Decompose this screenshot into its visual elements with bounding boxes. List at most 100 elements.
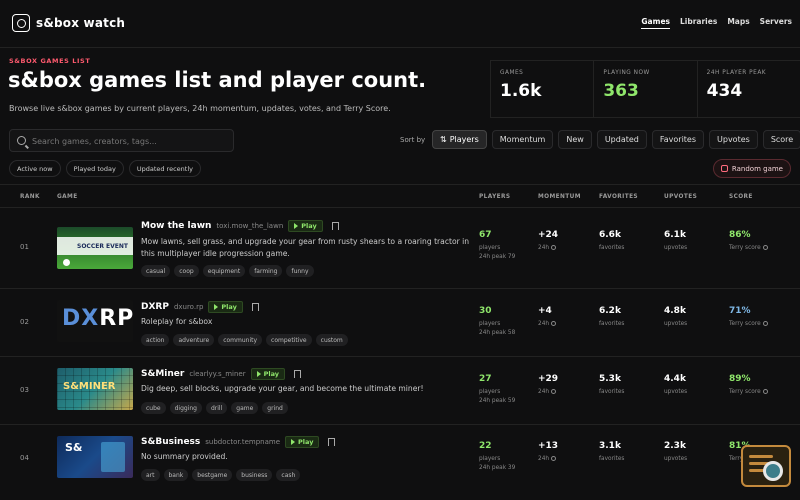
momentum-label-text: 24h [538, 389, 550, 395]
column-momentum[interactable]: MOMENTUM [538, 194, 581, 200]
bookmark-icon[interactable] [328, 438, 336, 446]
tag[interactable]: bestgame [192, 469, 233, 481]
filter-played-today[interactable]: Played today [65, 160, 124, 177]
brand-logo[interactable]: s&box watch [12, 14, 125, 32]
random-game-button[interactable]: Random game [712, 159, 791, 178]
tag[interactable]: coop [174, 265, 199, 277]
stat-games: GAMES 1.6k [490, 61, 593, 117]
sort-score-button[interactable]: Score [762, 130, 800, 149]
sort-updated-button[interactable]: Updated [596, 130, 647, 149]
game-slug: clearlyy.s_miner [189, 370, 246, 378]
game-name[interactable]: S&Miner [141, 369, 184, 379]
players-label: players [479, 456, 501, 462]
upvotes-label: upvotes [664, 456, 688, 462]
nav-link-servers[interactable]: Servers [760, 17, 792, 29]
tag[interactable]: community [218, 334, 263, 346]
nav-link-libraries[interactable]: Libraries [680, 17, 717, 29]
sort-favorites-button[interactable]: Favorites [651, 130, 705, 149]
favorites-label: favorites [599, 456, 625, 462]
game-thumbnail[interactable]: S& [57, 436, 133, 478]
tag[interactable]: cube [141, 402, 166, 414]
score-label-text: Terry score [729, 321, 761, 327]
tag[interactable]: grind [262, 402, 288, 414]
column-favorites[interactable]: FAVORITES [599, 194, 638, 200]
game-name[interactable]: DXRP [141, 302, 169, 312]
nav-link-games[interactable]: Games [641, 17, 670, 29]
momentum-label-text: 24h [538, 321, 550, 327]
upvotes-value: 6.1k [664, 230, 686, 240]
game-name[interactable]: Mow the lawn [141, 221, 211, 231]
game-title-line: DXRP dxuro.rp Play [141, 301, 259, 313]
tag[interactable]: casual [141, 265, 171, 277]
game-tags: casual coop equipment farming funny [141, 265, 314, 277]
sort-new-button[interactable]: New [558, 130, 592, 149]
score-value: 71% [729, 306, 751, 316]
page-title: s&box games list and player count. [8, 68, 427, 92]
game-thumbnail[interactable]: SOCCER EVENT [57, 227, 133, 269]
tag[interactable]: cash [276, 469, 301, 481]
tag[interactable]: business [236, 469, 273, 481]
play-button[interactable]: Play [288, 220, 323, 232]
search-box [9, 129, 234, 152]
section-eyebrow: S&BOX GAMES LIST [9, 57, 91, 65]
sort-label: Sort by [400, 136, 426, 144]
sort-players-button[interactable]: ⇅ Players [432, 130, 487, 149]
momentum-value: +4 [538, 306, 552, 316]
stats-panel: GAMES 1.6k PLAYING NOW 363 24H PLAYER PE… [490, 60, 800, 118]
stat-label: GAMES [500, 70, 524, 76]
table-row[interactable]: 02 DXRP DXRP dxuro.rp Play Roleplay for … [0, 289, 800, 357]
table-row[interactable]: 01 SOCCER EVENT Mow the lawn toxi.mow_th… [0, 208, 800, 289]
column-upvotes[interactable]: UPVOTES [664, 194, 697, 200]
game-name[interactable]: S&Business [141, 437, 200, 447]
play-button[interactable]: Play [208, 301, 243, 313]
tag[interactable]: adventure [173, 334, 215, 346]
tag[interactable]: equipment [202, 265, 246, 277]
table-row[interactable]: S&MINER 03 S&Miner clearlyy.s_miner Play… [0, 357, 800, 425]
game-slug: subdoctor.tempname [205, 438, 281, 446]
tag[interactable]: custom [315, 334, 348, 346]
players-label: players [479, 389, 501, 395]
info-icon [762, 321, 768, 326]
sort-upvotes-button[interactable]: Upvotes [709, 130, 758, 149]
play-button[interactable]: Play [285, 436, 320, 448]
score-label-text: Terry score [729, 245, 761, 251]
search-input[interactable] [32, 134, 227, 148]
thumbnail-text: S&MINER [63, 381, 116, 392]
tag[interactable]: art [141, 469, 160, 481]
table-row[interactable]: S& 04 S&Business subdoctor.tempname Play… [0, 425, 800, 500]
bookmark-icon[interactable] [331, 222, 339, 230]
tag[interactable]: game [231, 402, 259, 414]
players-count: 27 [479, 374, 492, 384]
game-thumbnail[interactable]: DXRP [57, 300, 133, 342]
bookmark-icon[interactable] [251, 303, 259, 311]
bookmark-icon[interactable] [294, 370, 302, 378]
score-label-text: Terry score [729, 389, 761, 395]
score-label: Terry score [729, 321, 768, 327]
tag[interactable]: drill [205, 402, 228, 414]
tag[interactable]: competitive [266, 334, 312, 346]
column-players[interactable]: PLAYERS [479, 194, 510, 200]
nav-link-maps[interactable]: Maps [727, 17, 749, 29]
random-game-label: Random game [731, 164, 783, 173]
tag[interactable]: digging [169, 402, 202, 414]
tag[interactable]: funny [286, 265, 314, 277]
game-tags: action adventure community competitive c… [141, 334, 348, 346]
tag[interactable]: bank [163, 469, 189, 481]
sort-momentum-button[interactable]: Momentum [491, 130, 554, 149]
row-rank: 02 [20, 318, 29, 326]
search-list-widget-icon[interactable] [741, 445, 791, 487]
filter-updated-recently[interactable]: Updated recently [128, 160, 201, 177]
game-tags: art bank bestgame business cash [141, 469, 301, 481]
play-icon [256, 371, 261, 377]
players-count: 30 [479, 306, 492, 316]
game-thumbnail[interactable]: S&MINER [57, 368, 133, 410]
tag[interactable]: action [141, 334, 170, 346]
info-icon [762, 245, 768, 250]
clock-icon [551, 456, 557, 461]
favorites-value: 3.1k [599, 441, 621, 451]
column-score[interactable]: SCORE [729, 194, 753, 200]
favorites-value: 6.2k [599, 306, 621, 316]
play-button[interactable]: Play [250, 368, 286, 380]
filter-active-now[interactable]: Active now [9, 160, 61, 177]
tag[interactable]: farming [249, 265, 283, 277]
